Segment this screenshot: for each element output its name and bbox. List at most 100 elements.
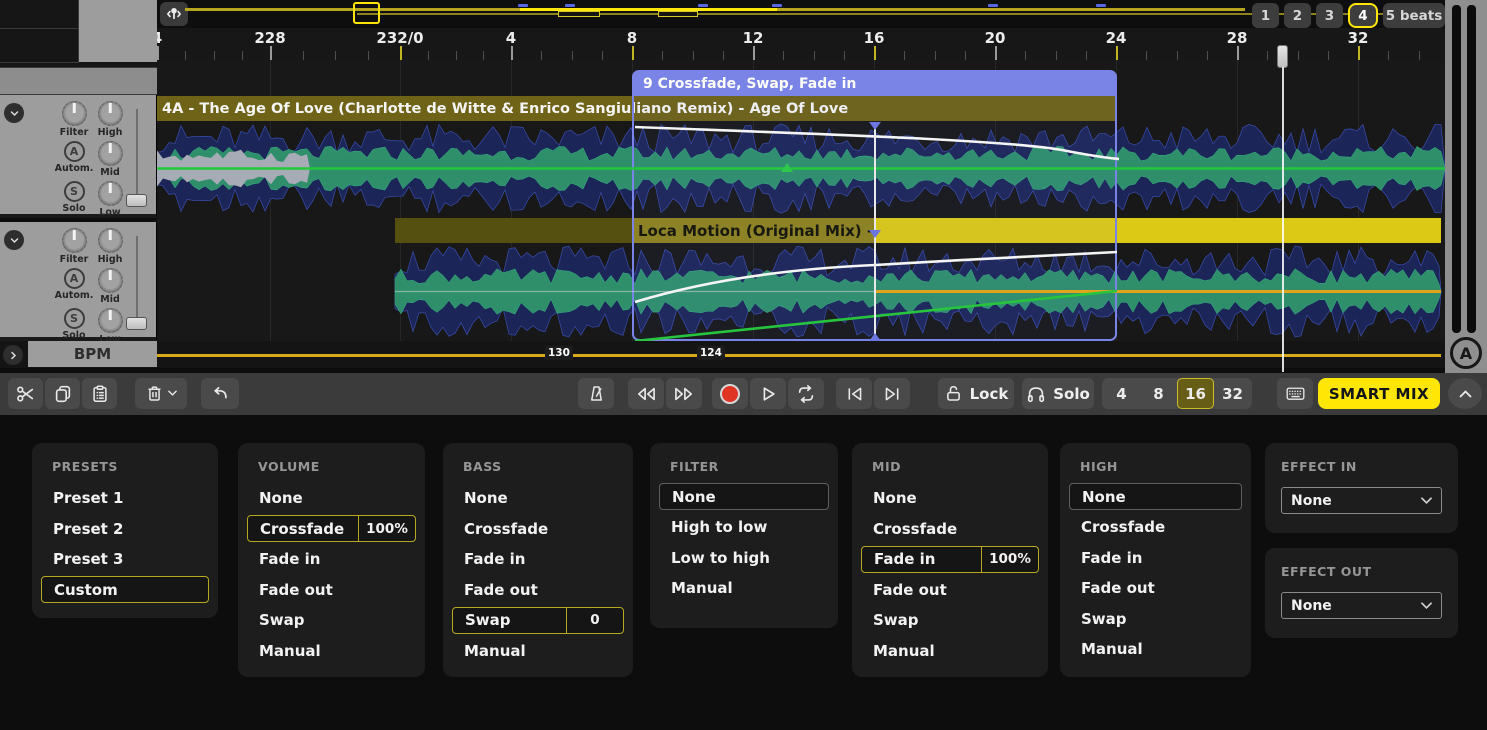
option-manual[interactable]: Manual xyxy=(443,636,633,667)
option-value[interactable]: 100% xyxy=(981,547,1038,572)
beats-option-1[interactable]: 1 xyxy=(1252,3,1279,28)
playhead-handle[interactable] xyxy=(1277,45,1288,68)
fast-forward-button[interactable] xyxy=(666,378,702,409)
option-fade-in[interactable]: Fade in xyxy=(443,544,633,575)
channel-collapse-button[interactable] xyxy=(4,230,24,250)
filter-control[interactable]: Filter xyxy=(56,228,92,265)
filter-knob[interactable] xyxy=(62,101,87,126)
copy-button[interactable] xyxy=(45,378,80,409)
low-knob[interactable] xyxy=(98,181,123,206)
high-control[interactable]: High xyxy=(92,101,128,138)
option-preset-2[interactable]: Preset 2 xyxy=(32,514,218,545)
option-swap[interactable]: Swap xyxy=(1060,603,1251,634)
minimap-viewport[interactable] xyxy=(353,2,380,24)
option-low-to-high[interactable]: Low to high xyxy=(650,542,838,573)
rewind-button[interactable] xyxy=(628,378,664,409)
option-none[interactable]: None xyxy=(1069,483,1242,510)
skip-end-button[interactable] xyxy=(874,378,910,409)
timeline-ruler[interactable]: 4228232/048121620242832 xyxy=(157,28,1445,60)
automation-logo-icon[interactable]: A xyxy=(1450,337,1482,369)
autom-control[interactable]: AAutom. xyxy=(56,141,92,174)
high-control[interactable]: High xyxy=(92,228,128,265)
solo-badge[interactable]: S xyxy=(64,181,85,202)
bpm-expand-button[interactable] xyxy=(3,345,23,365)
solo-control[interactable]: SSolo xyxy=(56,181,92,214)
loop-length-16[interactable]: 16 xyxy=(1177,378,1214,409)
beats-option-3[interactable]: 3 xyxy=(1316,3,1343,28)
option-fade-in[interactable]: Fade in xyxy=(1060,542,1251,573)
option-custom[interactable]: Custom xyxy=(41,576,209,603)
minimap-pin-button[interactable] xyxy=(160,2,188,26)
mid-knob[interactable] xyxy=(98,141,123,166)
option-manual[interactable]: Manual xyxy=(650,573,838,604)
solo-button[interactable]: Solo xyxy=(1022,378,1094,409)
option-fade-out[interactable]: Fade out xyxy=(238,575,425,606)
effect-select[interactable]: None xyxy=(1281,592,1442,619)
option-value[interactable]: 0 xyxy=(566,608,623,633)
option-swap[interactable]: Swap xyxy=(852,605,1048,636)
channel-collapse-button[interactable] xyxy=(4,103,24,123)
option-none[interactable]: None xyxy=(659,483,829,510)
high-knob[interactable] xyxy=(98,101,123,126)
option-fade-out[interactable]: Fade out xyxy=(852,575,1048,606)
option-high-to-low[interactable]: High to low xyxy=(650,512,838,543)
collapse-button[interactable] xyxy=(1448,378,1482,409)
volume-fader-handle[interactable] xyxy=(126,194,147,207)
transition-header[interactable]: 9 Crossfade, Swap, Fade in xyxy=(634,72,1115,96)
metronome-button[interactable] xyxy=(578,378,614,409)
loop-button[interactable] xyxy=(788,378,824,409)
cut-button[interactable] xyxy=(8,378,43,409)
option-manual[interactable]: Manual xyxy=(852,636,1048,667)
option-crossfade[interactable]: Crossfade xyxy=(1060,512,1251,543)
bpm-automation-line[interactable] xyxy=(157,354,1441,357)
option-none[interactable]: None xyxy=(238,483,425,514)
playhead[interactable] xyxy=(1277,45,1289,372)
option-value[interactable]: 100% xyxy=(358,516,415,541)
paste-button[interactable] xyxy=(82,378,117,409)
keyboard-shortcuts-button[interactable] xyxy=(1277,378,1313,409)
loop-length-32[interactable]: 32 xyxy=(1214,378,1251,409)
mid-knob[interactable] xyxy=(98,268,123,293)
option-manual[interactable]: Manual xyxy=(238,636,425,667)
record-button[interactable] xyxy=(712,378,748,409)
lock-button[interactable]: Lock xyxy=(938,378,1014,409)
high-knob[interactable] xyxy=(98,228,123,253)
option-crossfade[interactable]: Crossfade100% xyxy=(247,515,416,542)
option-fade-out[interactable]: Fade out xyxy=(443,575,633,606)
skip-start-button[interactable] xyxy=(836,378,872,409)
option-manual[interactable]: Manual xyxy=(1060,634,1251,665)
autom-control[interactable]: AAutom. xyxy=(56,268,92,301)
option-preset-3[interactable]: Preset 3 xyxy=(32,544,218,575)
low-control[interactable]: Low xyxy=(92,308,128,345)
loop-length-8[interactable]: 8 xyxy=(1140,378,1177,409)
option-fade-in[interactable]: Fade in100% xyxy=(861,546,1039,573)
delete-button[interactable] xyxy=(135,378,187,409)
option-fade-in[interactable]: Fade in xyxy=(238,544,425,575)
low-knob[interactable] xyxy=(98,308,123,333)
mid-control[interactable]: Mid xyxy=(92,268,128,305)
filter-knob[interactable] xyxy=(62,228,87,253)
low-control[interactable]: Low xyxy=(92,181,128,218)
smart-mix-button[interactable]: SMART MIX xyxy=(1318,378,1440,409)
loop-length-4[interactable]: 4 xyxy=(1103,378,1140,409)
autom-badge[interactable]: A xyxy=(64,141,85,162)
solo-control[interactable]: SSolo xyxy=(56,308,92,341)
volume-fader-handle[interactable] xyxy=(126,317,147,330)
option-crossfade[interactable]: Crossfade xyxy=(443,514,633,545)
option-swap[interactable]: Swap0 xyxy=(452,607,624,634)
beats-option-4[interactable]: 4 xyxy=(1348,3,1378,28)
play-button[interactable] xyxy=(750,378,786,409)
option-fade-out[interactable]: Fade out xyxy=(1060,573,1251,604)
mid-control[interactable]: Mid xyxy=(92,141,128,178)
undo-button[interactable] xyxy=(201,378,239,409)
option-swap[interactable]: Swap xyxy=(238,605,425,636)
solo-badge[interactable]: S xyxy=(64,308,85,329)
effect-select[interactable]: None xyxy=(1281,487,1442,514)
beats-option-2[interactable]: 2 xyxy=(1284,3,1311,28)
option-crossfade[interactable]: Crossfade xyxy=(852,514,1048,545)
option-preset-1[interactable]: Preset 1 xyxy=(32,483,218,514)
filter-control[interactable]: Filter xyxy=(56,101,92,138)
autom-badge[interactable]: A xyxy=(64,268,85,289)
option-none[interactable]: None xyxy=(852,483,1048,514)
transition-box[interactable]: 9 Crossfade, Swap, Fade in xyxy=(632,70,1117,341)
